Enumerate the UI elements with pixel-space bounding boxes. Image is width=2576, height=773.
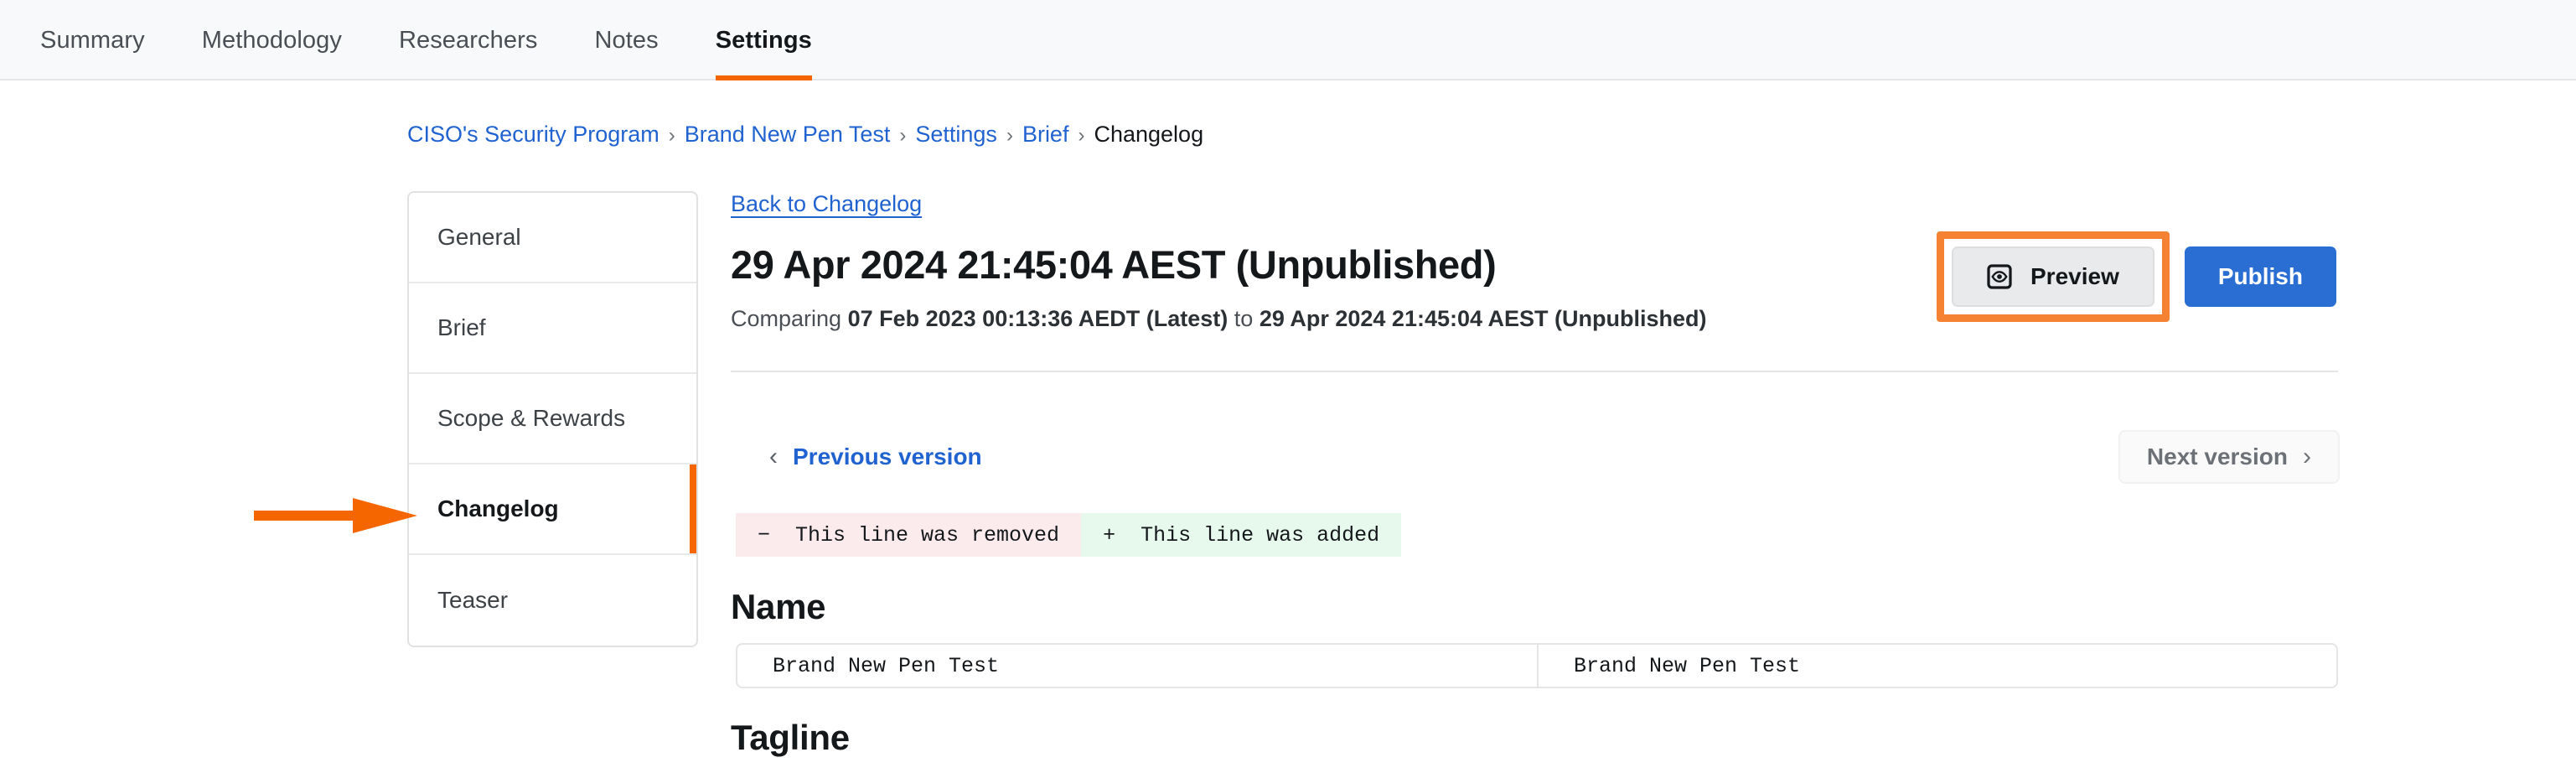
previous-version-button[interactable]: ‹ Previous version	[769, 430, 982, 484]
tab-summary[interactable]: Summary	[12, 0, 173, 80]
tab-researchers[interactable]: Researchers	[370, 0, 566, 80]
tab-researchers-label: Researchers	[398, 26, 538, 54]
tab-notes[interactable]: Notes	[566, 0, 686, 80]
tab-settings[interactable]: Settings	[687, 0, 841, 80]
settings-sidebar: General Brief Scope & Rewards Changelog …	[407, 191, 698, 647]
sidebar-item-label: General	[437, 224, 521, 250]
version-navigation: ‹ Previous version Next version ›	[731, 430, 2340, 484]
breadcrumb-separator-icon: ›	[1006, 124, 1013, 147]
tab-list: Summary Methodology Researchers Notes Se…	[0, 0, 2576, 80]
previous-version-label: Previous version	[793, 444, 982, 470]
breadcrumb-item-settings[interactable]: Settings	[915, 122, 997, 147]
action-buttons: Preview Publish	[1937, 231, 2336, 322]
chevron-left-icon: ‹	[769, 443, 778, 470]
diff-table-name: Brand New Pen Test Brand New Pen Test	[736, 643, 2338, 688]
breadcrumb-item-changelog: Changelog	[1094, 122, 1204, 147]
chevron-right-icon: ›	[2303, 443, 2311, 470]
diff-cell-right: Brand New Pen Test	[1537, 645, 2336, 687]
sidebar-item-teaser[interactable]: Teaser	[409, 555, 696, 646]
breadcrumb-separator-icon: ›	[1078, 124, 1085, 147]
eye-icon	[1987, 264, 2012, 289]
tab-summary-label: Summary	[40, 26, 145, 54]
annotation-arrow-icon	[254, 498, 417, 533]
breadcrumb-separator-icon: ›	[899, 124, 907, 147]
section-heading-name: Name	[731, 587, 826, 626]
diff-legend: − This line was removed + This line was …	[736, 513, 1402, 557]
back-to-changelog-link[interactable]: Back to Changelog	[731, 191, 922, 217]
tab-settings-label: Settings	[715, 26, 812, 54]
section-heading-tagline: Tagline	[731, 718, 850, 757]
sidebar-item-changelog[interactable]: Changelog	[409, 464, 696, 555]
publish-button[interactable]: Publish	[2184, 246, 2336, 307]
comparing-to-version: 29 Apr 2024 21:45:04 AEST (Unpublished)	[1259, 306, 1707, 332]
sidebar-item-label: Teaser	[437, 587, 509, 613]
content-divider	[731, 371, 2338, 373]
sidebar-item-label: Scope & Rewards	[437, 405, 626, 431]
diff-legend-added: + This line was added	[1081, 513, 1402, 557]
next-version-label: Next version	[2146, 444, 2288, 470]
breadcrumb-item-program[interactable]: CISO's Security Program	[407, 122, 660, 147]
sidebar-item-scope-rewards[interactable]: Scope & Rewards	[409, 374, 696, 464]
preview-button[interactable]: Preview	[1952, 246, 2154, 307]
diff-cell-left: Brand New Pen Test	[773, 653, 1000, 678]
breadcrumb-item-brief[interactable]: Brief	[1022, 122, 1069, 147]
top-tab-bar: Summary Methodology Researchers Notes Se…	[0, 0, 2576, 80]
diff-legend-removed: − This line was removed	[736, 513, 1082, 557]
breadcrumb-separator-icon: ›	[668, 124, 675, 147]
sidebar-item-label: Changelog	[437, 495, 559, 521]
tab-notes-label: Notes	[594, 26, 659, 54]
comparing-prefix: Comparing	[731, 306, 842, 332]
sidebar-item-brief[interactable]: Brief	[409, 283, 696, 374]
comparing-middle: to	[1234, 306, 1254, 332]
tab-methodology[interactable]: Methodology	[173, 0, 370, 80]
comparing-from-version: 07 Feb 2023 00:13:36 AEDT (Latest)	[847, 306, 1229, 332]
breadcrumb: CISO's Security Program › Brand New Pen Te…	[407, 120, 1203, 150]
sidebar-item-label: Brief	[437, 314, 486, 340]
breadcrumb-item-pentest[interactable]: Brand New Pen Test	[685, 122, 891, 147]
preview-highlight-box: Preview	[1937, 231, 2170, 322]
tab-methodology-label: Methodology	[201, 26, 342, 54]
sidebar-item-general[interactable]: General	[409, 193, 696, 283]
next-version-button[interactable]: Next version ›	[2118, 430, 2340, 484]
